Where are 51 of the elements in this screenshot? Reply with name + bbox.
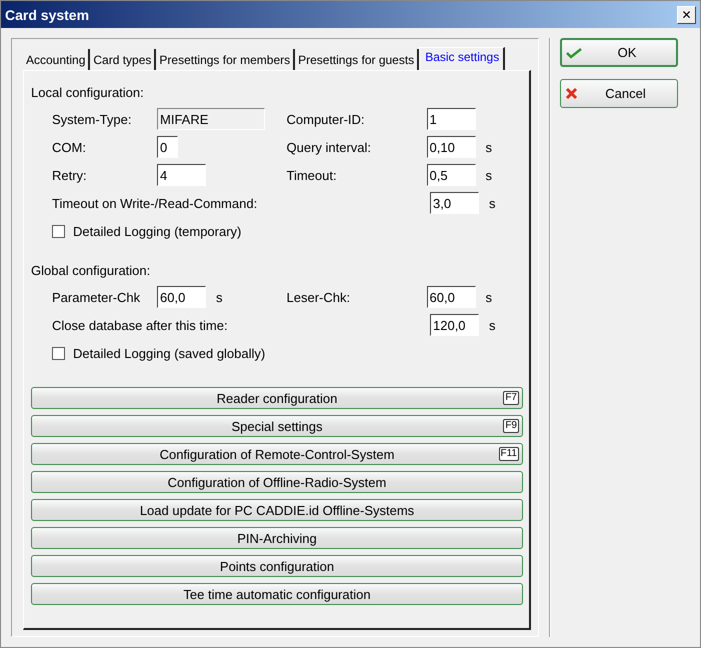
input-field[interactable]: 0,10 — [426, 136, 476, 158]
field-label: Retry: — [52, 168, 88, 182]
field-label: Timeout on Write-/Read-Command: — [52, 196, 258, 210]
ok-button[interactable]: OK — [560, 38, 678, 67]
unit-label: s — [489, 318, 496, 332]
action-button[interactable]: PIN-Archiving — [31, 527, 523, 549]
input-field[interactable]: 120,0 — [430, 314, 479, 336]
cancel-button[interactable]: Cancel — [560, 79, 678, 108]
tab[interactable]: Accounting — [23, 49, 90, 70]
shortcut-key: F7 — [503, 391, 519, 405]
input-field[interactable]: 60,0 — [426, 286, 476, 308]
action-button[interactable]: Tee time automatic configuration — [31, 583, 523, 605]
field-label: Query interval: — [286, 140, 372, 154]
unit-label: s — [486, 168, 492, 182]
action-button[interactable]: Load update for PC CADDIE.id Offline-Systems — [31, 499, 523, 521]
section-heading: Local configuration: — [31, 85, 145, 102]
unit-label: s — [486, 290, 492, 304]
field-label: Computer-ID: — [286, 112, 366, 126]
field-label: Leser-Chk: — [286, 290, 352, 304]
checkbox[interactable] — [52, 346, 65, 360]
action-button[interactable]: Configuration of Offline-Radio-System — [31, 471, 523, 493]
close-button[interactable]: ✕ — [677, 6, 696, 24]
action-button[interactable]: Reader configuration F7 — [31, 387, 523, 409]
section-heading: Global configuration: — [31, 263, 152, 280]
check-icon — [566, 46, 582, 58]
checkbox-label: Detailed Logging (saved globally) — [73, 346, 266, 360]
input-field[interactable]: 0,5 — [426, 164, 476, 186]
action-button[interactable]: Special settings F9 — [31, 415, 523, 437]
input-field[interactable]: 1 — [426, 108, 476, 130]
input-field[interactable]: 4 — [157, 164, 206, 186]
checkbox-label: Detailed Logging (temporary) — [73, 224, 242, 238]
input-field[interactable]: 60,0 — [157, 286, 206, 308]
field-label: COM: — [52, 140, 87, 154]
unit-label: s — [216, 290, 222, 304]
action-button[interactable]: Configuration of Remote-Control-System F11 — [31, 443, 523, 465]
input-field[interactable]: 3,0 — [430, 192, 479, 214]
field-label: Parameter-Chk — [52, 290, 142, 304]
action-button[interactable]: Points configuration — [31, 555, 523, 577]
window-title: Card system — [5, 6, 90, 22]
field-label: Close database after this time: — [52, 318, 229, 332]
field-label: System-Type: — [52, 112, 132, 126]
input-field[interactable]: MIFARE — [157, 108, 265, 130]
unit-label: s — [486, 140, 492, 154]
close-icon — [565, 87, 578, 100]
unit-label: s — [489, 196, 496, 210]
field-label: Timeout: — [286, 168, 338, 182]
input-field[interactable]: 0 — [157, 136, 178, 158]
shortcut-key: F9 — [503, 419, 519, 433]
tab[interactable]: Basic settings — [419, 47, 506, 70]
checkbox[interactable] — [52, 224, 65, 238]
shortcut-key: F11 — [498, 447, 519, 461]
